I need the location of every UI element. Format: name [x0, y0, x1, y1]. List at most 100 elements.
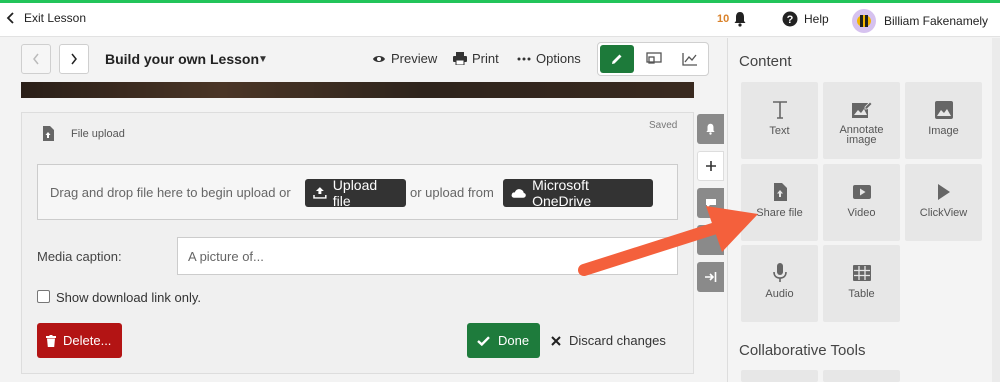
tile-label: Table: [848, 288, 875, 300]
tile-text[interactable]: Text: [741, 82, 818, 159]
top-bar: Exit Lesson 10 ? Help Billiam Fakenamely: [0, 3, 1000, 37]
notifications-button[interactable]: 10: [717, 11, 747, 27]
tile-clickview[interactable]: ClickView: [905, 164, 982, 241]
preview-label: Preview: [391, 51, 438, 66]
media-caption-input[interactable]: [177, 237, 678, 275]
video-icon: [852, 181, 871, 203]
help-circle-icon: ?: [782, 11, 798, 27]
more-dots-icon: [517, 57, 531, 60]
tile-table[interactable]: Table: [823, 245, 900, 322]
saved-status: Saved: [649, 120, 678, 131]
file-upload-label: File upload: [71, 128, 125, 140]
user-name: Billiam Fakenamely: [884, 14, 989, 28]
delete-button[interactable]: Delete...: [37, 323, 122, 358]
pencil-icon: [612, 54, 622, 64]
tile-label: Share file: [756, 207, 803, 219]
collapse-panel-button[interactable]: [697, 262, 724, 292]
upload-icon: [313, 187, 327, 199]
done-button[interactable]: Done: [467, 323, 540, 358]
edit-mode-button[interactable]: [600, 45, 634, 73]
tile-label: Video: [847, 207, 876, 219]
lesson-toolbar: Build your own Lesson ▼ Preview Print Op…: [0, 38, 726, 82]
exit-lesson-label: Exit Lesson: [24, 11, 87, 25]
present-mode-button[interactable]: [637, 45, 671, 73]
microphone-icon: [772, 262, 787, 284]
chevron-left-icon: [33, 53, 39, 65]
file-upload-icon: [42, 126, 54, 144]
add-block-button[interactable]: [697, 151, 724, 181]
delete-label: Delete...: [63, 333, 112, 348]
image-icon: [934, 99, 953, 121]
show-download-link-label[interactable]: Show download link only.: [56, 290, 201, 305]
tile-audio[interactable]: Audio: [741, 245, 818, 322]
printer-icon: [453, 52, 467, 65]
close-icon: [551, 335, 561, 346]
bell-icon: [706, 123, 715, 135]
media-caption-label: Media caption:: [37, 249, 122, 264]
comment-rail-button[interactable]: [697, 188, 724, 218]
discard-changes-button[interactable]: Discard changes: [551, 333, 666, 348]
arrow-to-right-icon: [704, 272, 716, 282]
caret-down-icon[interactable]: ▼: [258, 54, 268, 65]
presentation-icon: [646, 52, 662, 64]
preview-button[interactable]: Preview: [372, 51, 437, 66]
annotate-image-icon: [851, 99, 872, 121]
collaborative-tools-title: Collaborative Tools: [739, 342, 866, 359]
cloud-icon: [511, 189, 526, 198]
analytics-mode-button[interactable]: [673, 45, 707, 73]
bell-icon: [734, 12, 746, 27]
drop-zone-text: Drag and drop file here to begin upload …: [50, 185, 291, 200]
tile-label: ClickView: [919, 207, 968, 219]
tile-label: Text: [769, 125, 790, 137]
onedrive-button[interactable]: Microsoft OneDrive: [503, 177, 653, 209]
svg-text:?: ?: [787, 14, 794, 26]
tile-video[interactable]: Video: [823, 164, 900, 241]
bell-rail-button[interactable]: [697, 114, 724, 144]
options-button[interactable]: Options: [517, 51, 581, 66]
tile-label: Annotate image: [839, 124, 884, 146]
upload-from-text: or upload from: [410, 185, 494, 200]
collab-tile[interactable]: [823, 370, 900, 382]
help-button[interactable]: ? Help: [782, 11, 829, 27]
help-label: Help: [804, 12, 829, 26]
trash-icon: [46, 334, 56, 347]
panel-scrollbar[interactable]: [992, 38, 1000, 382]
rail-button[interactable]: [697, 225, 724, 255]
previous-page-button[interactable]: [21, 44, 51, 74]
options-label: Options: [536, 51, 581, 66]
play-icon: [937, 181, 950, 203]
collab-tile[interactable]: [741, 370, 818, 382]
upload-file-label: Upload file: [332, 177, 378, 209]
chevron-left-icon: [6, 12, 14, 24]
discard-changes-label: Discard changes: [569, 333, 666, 348]
tile-image[interactable]: Image: [905, 82, 982, 159]
content-section-title: Content: [739, 53, 792, 70]
upload-file-button[interactable]: Upload file: [305, 177, 406, 209]
text-icon: [772, 99, 788, 121]
chart-line-icon: [682, 53, 697, 66]
plus-icon: [705, 161, 716, 171]
lesson-title[interactable]: Build your own Lesson: [105, 51, 259, 67]
share-file-icon: [773, 181, 787, 203]
onedrive-label: Microsoft OneDrive: [532, 177, 592, 209]
comment-icon: [705, 198, 716, 208]
next-page-button[interactable]: [59, 44, 89, 74]
print-label: Print: [472, 51, 499, 66]
notification-count: 10: [717, 13, 730, 25]
mode-switcher: [597, 42, 709, 76]
chevron-right-icon: [71, 53, 77, 65]
tile-share-file[interactable]: Share file: [741, 164, 818, 241]
user-menu[interactable]: Billiam Fakenamely: [852, 9, 988, 33]
done-label: Done: [498, 333, 530, 348]
avatar: [852, 9, 876, 33]
hero-image: [21, 82, 694, 98]
table-icon: [852, 262, 871, 284]
checkmark-icon: [477, 335, 490, 346]
tile-label: Image: [928, 125, 959, 137]
exit-lesson-link[interactable]: Exit Lesson: [6, 11, 86, 25]
tile-annotate-image[interactable]: Annotate image: [823, 82, 900, 159]
print-button[interactable]: Print: [453, 51, 499, 66]
eye-icon: [373, 55, 385, 62]
show-download-link-checkbox[interactable]: [37, 290, 50, 303]
tile-label: Audio: [765, 288, 794, 300]
